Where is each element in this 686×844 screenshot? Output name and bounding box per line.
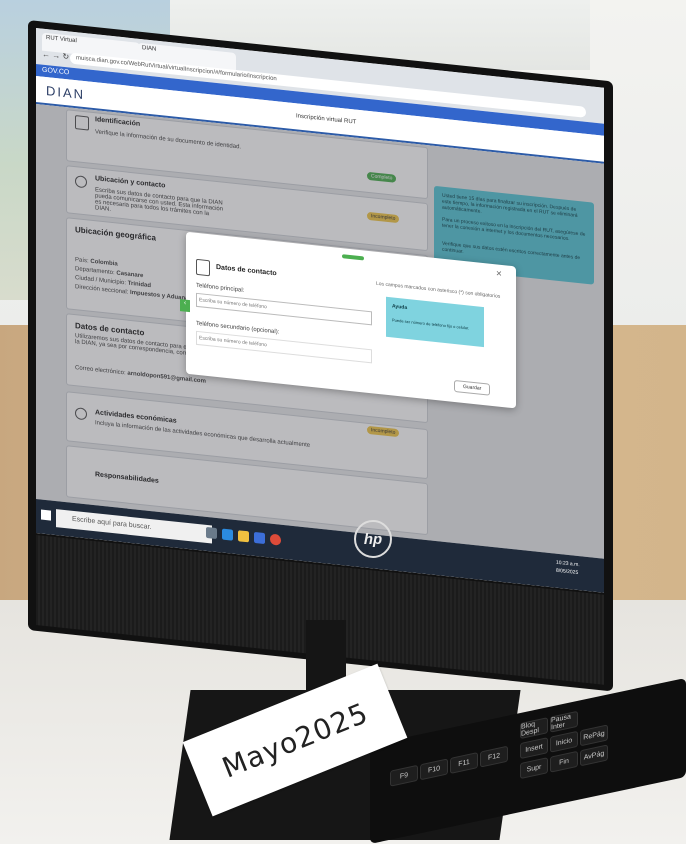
help-title: Ayuda bbox=[392, 303, 408, 312]
modal-title: Datos de contacto bbox=[216, 263, 277, 278]
key: Pausa Inter bbox=[550, 710, 578, 733]
help-item: Puede ser número de teléfono fijo o celu… bbox=[392, 317, 470, 331]
windows-start-icon[interactable] bbox=[41, 509, 51, 521]
taskbar-time: 10:23 a.m. bbox=[556, 559, 580, 569]
edge-icon[interactable] bbox=[222, 528, 233, 541]
back-icon[interactable]: ← → ↻ bbox=[42, 50, 69, 62]
key: Inicio bbox=[550, 730, 578, 753]
hp-logo: hp bbox=[354, 520, 392, 558]
key: RePág bbox=[580, 724, 608, 747]
chrome-icon[interactable] bbox=[270, 533, 281, 546]
page-heading: Inscripción virtual RUT bbox=[296, 113, 357, 126]
help-panel: Ayuda Puede ser número de teléfono fijo … bbox=[386, 296, 484, 348]
key: F12 bbox=[480, 745, 508, 768]
close-icon[interactable]: × bbox=[496, 268, 502, 280]
task-view-icon[interactable] bbox=[206, 526, 217, 540]
save-button[interactable]: Guardar bbox=[454, 379, 491, 396]
dian-logo: DIAN bbox=[46, 83, 86, 103]
previous-arrow-icon[interactable]: ‹ bbox=[180, 299, 190, 313]
key: Bloq Despl bbox=[520, 717, 548, 740]
monitor-screen: RUT Virtual DIAN ← → ↻ muisca.dian.gov.c… bbox=[36, 28, 604, 593]
store-icon[interactable] bbox=[254, 531, 265, 545]
phone-input[interactable] bbox=[196, 292, 372, 326]
key: F10 bbox=[420, 758, 448, 781]
key: F9 bbox=[390, 764, 418, 787]
key: F11 bbox=[450, 752, 478, 774]
key: Fin bbox=[550, 750, 578, 773]
key: AvPág bbox=[580, 744, 608, 767]
taskbar-date: 8/05/2025 bbox=[556, 567, 579, 576]
phone-label: Teléfono principal: bbox=[196, 282, 245, 294]
key: Insert bbox=[520, 737, 548, 760]
progress-stepper bbox=[342, 254, 364, 261]
phone2-input[interactable] bbox=[196, 330, 372, 364]
key: Supr bbox=[520, 757, 548, 780]
file-explorer-icon[interactable] bbox=[238, 530, 249, 543]
contact-card-icon bbox=[196, 258, 210, 277]
